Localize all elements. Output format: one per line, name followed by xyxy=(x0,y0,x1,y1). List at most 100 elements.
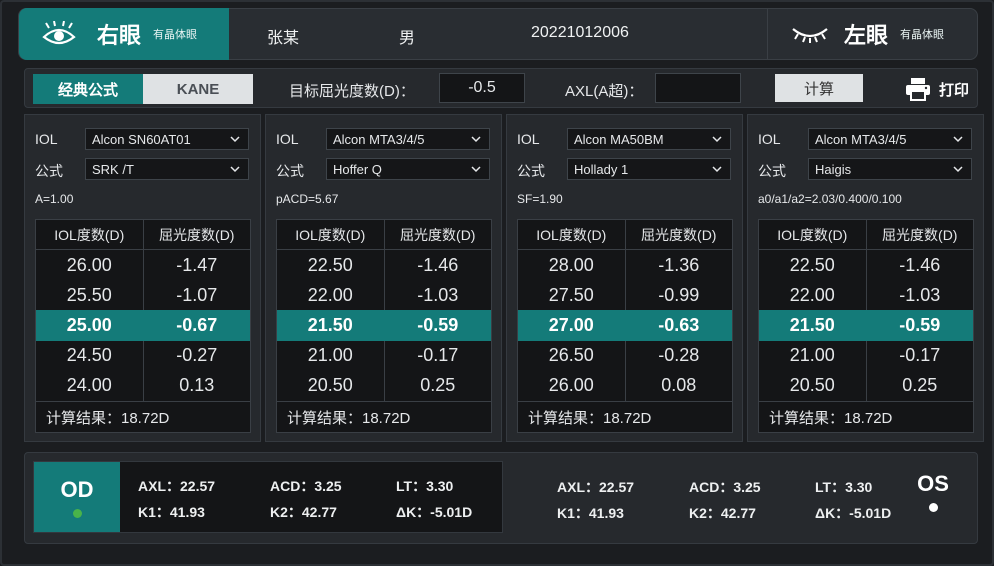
iol-select[interactable]: Alcon MTA3/4/5 xyxy=(808,128,972,150)
refraction-value: -0.17 xyxy=(417,345,459,366)
od-lt: LT：3.30 xyxy=(396,478,454,494)
refraction-value: -0.63 xyxy=(658,315,700,335)
chevron-down-icon xyxy=(230,166,240,173)
formula-select[interactable]: Hoffer Q xyxy=(326,158,490,180)
formula-card-holladay: IOL Alcon MA50BM 公式 Hollady 1 SF=1.90 IO… xyxy=(506,114,743,442)
refraction-value: -0.99 xyxy=(658,284,700,305)
table-row[interactable]: 25.50 -1.07 xyxy=(36,280,250,311)
table-row[interactable]: 24.50 -0.27 xyxy=(36,340,250,371)
table-row[interactable]: 20.50 0.25 xyxy=(277,370,491,402)
col-header-iol: IOL度数(D) xyxy=(36,220,144,249)
refraction-value: -1.47 xyxy=(176,254,218,275)
table-row[interactable]: 28.00 -1.36 xyxy=(518,250,732,281)
col-header-iol: IOL度数(D) xyxy=(277,220,385,249)
table-row[interactable]: 20.50 0.25 xyxy=(759,370,973,402)
iol-power: 21.50 xyxy=(759,310,867,341)
print-button[interactable]: 打印 xyxy=(905,77,969,101)
os-delta-k: ΔK：-5.01D xyxy=(815,505,892,521)
table-row[interactable]: 26.00 0.08 xyxy=(518,370,732,402)
iol-power: 26.50 xyxy=(518,340,626,371)
refraction-value: 0.25 xyxy=(420,375,456,396)
iol-power: 22.00 xyxy=(277,280,385,311)
table-row[interactable]: 21.00 -0.17 xyxy=(277,340,491,371)
iol-select[interactable]: Alcon MA50BM xyxy=(567,128,731,150)
iol-power: 21.00 xyxy=(277,340,385,371)
iol-select-value: Alcon SN60AT01 xyxy=(92,131,191,147)
iol-power: 21.00 xyxy=(759,340,867,371)
iol-select[interactable]: Alcon MTA3/4/5 xyxy=(326,128,490,150)
patient-header: 右眼 有晶体眼 张某 男 20221012006 左眼 有晶体眼 xyxy=(18,8,978,60)
table-row-selected[interactable]: 25.00 -0.67 xyxy=(36,310,250,341)
od-label: OD xyxy=(60,476,94,502)
table-row[interactable]: 22.00 -1.03 xyxy=(277,280,491,311)
biometry-panel: OD AXL：22.57 ACD：3.25 LT：3.30 K1：41.93 K… xyxy=(24,452,978,544)
right-eye-tab[interactable]: 右眼 有晶体眼 xyxy=(19,8,229,60)
iol-power: 25.50 xyxy=(36,280,144,311)
iol-power: 28.00 xyxy=(518,250,626,281)
iol-select[interactable]: Alcon SN60AT01 xyxy=(85,128,249,150)
formula-card-srkt: IOL Alcon SN60AT01 公式 SRK /T A=1.00 IOL度… xyxy=(24,114,261,442)
table-row-selected[interactable]: 21.50 -0.59 xyxy=(759,310,973,341)
od-measurements[interactable]: OD AXL：22.57 ACD：3.25 LT：3.30 K1：41.93 K… xyxy=(33,461,503,533)
table-row[interactable]: 24.00 0.13 xyxy=(36,370,250,402)
chevron-down-icon xyxy=(471,136,481,143)
table-row-selected[interactable]: 27.00 -0.63 xyxy=(518,310,732,341)
refraction-value: -0.67 xyxy=(176,315,218,335)
iol-select-value: Alcon MTA3/4/5 xyxy=(815,131,907,147)
iol-power: 22.50 xyxy=(759,250,867,281)
formula-select[interactable]: SRK /T xyxy=(85,158,249,180)
os-axl: AXL：22.57 xyxy=(557,479,635,495)
os-badge[interactable]: OS xyxy=(913,471,953,521)
left-eye-tab[interactable]: 左眼 有晶体眼 xyxy=(767,9,977,59)
os-k2: K2：42.77 xyxy=(689,505,756,521)
iol-label: IOL xyxy=(276,131,299,147)
iol-select-value: Alcon MTA3/4/5 xyxy=(333,131,425,147)
os-indicator xyxy=(928,503,938,512)
iol-power: 21.50 xyxy=(277,310,385,341)
iol-power: 26.00 xyxy=(518,370,626,402)
calculate-button[interactable]: 计算 xyxy=(775,74,863,102)
table-row[interactable]: 27.50 -0.99 xyxy=(518,280,732,311)
patient-gender: 男 xyxy=(399,30,416,47)
formula-select[interactable]: Hollady 1 xyxy=(567,158,731,180)
refraction-value: -1.46 xyxy=(899,254,941,275)
col-header-iol: IOL度数(D) xyxy=(518,220,626,249)
iol-label: IOL xyxy=(517,131,540,147)
refraction-value: -1.07 xyxy=(176,284,218,305)
chevron-down-icon xyxy=(953,166,963,173)
iol-power: 24.00 xyxy=(36,370,144,402)
calc-result: 计算结果：18.72D xyxy=(46,409,170,427)
chevron-down-icon xyxy=(471,166,481,173)
refraction-value: 0.08 xyxy=(661,375,697,396)
printer-icon xyxy=(906,78,930,101)
power-table: IOL度数(D) 屈光度数(D) 26.00 -1.47 25.50 -1.07 2… xyxy=(35,219,251,433)
calc-result: 计算结果：18.72D xyxy=(287,409,411,427)
eye-open-icon xyxy=(42,21,76,45)
iol-power: 22.50 xyxy=(277,250,385,281)
chevron-down-icon xyxy=(712,166,722,173)
od-badge[interactable]: OD xyxy=(34,462,120,532)
formula-constant: pACD=5.67 xyxy=(276,192,339,206)
table-row[interactable]: 22.00 -1.03 xyxy=(759,280,973,311)
axl-label: AXL(A超)： xyxy=(565,83,644,100)
tab-classic-formula[interactable]: 经典公式 xyxy=(33,74,143,104)
table-row[interactable]: 26.00 -1.47 xyxy=(36,250,250,281)
tab-kane[interactable]: KANE xyxy=(143,74,253,104)
table-row[interactable]: 26.50 -0.28 xyxy=(518,340,732,371)
iol-power: 25.00 xyxy=(36,310,144,341)
refraction-value: -0.59 xyxy=(899,315,941,335)
od-delta-k: ΔK：-5.01D xyxy=(396,504,473,520)
formula-select[interactable]: Haigis xyxy=(808,158,972,180)
table-row-selected[interactable]: 21.50 -0.59 xyxy=(277,310,491,341)
refraction-value: 0.25 xyxy=(902,375,938,396)
os-lt: LT：3.30 xyxy=(815,479,873,495)
formula-select-value: Haigis xyxy=(815,161,852,177)
target-refraction-input[interactable]: -0.5 xyxy=(439,73,525,103)
col-header-refraction: 屈光度数(D) xyxy=(400,226,476,243)
refraction-value: -1.03 xyxy=(417,284,459,305)
axl-input[interactable] xyxy=(655,73,741,103)
table-row[interactable]: 21.00 -0.17 xyxy=(759,340,973,371)
od-axl: AXL：22.57 xyxy=(138,478,216,494)
table-row[interactable]: 22.50 -1.46 xyxy=(759,250,973,281)
table-row[interactable]: 22.50 -1.46 xyxy=(277,250,491,281)
